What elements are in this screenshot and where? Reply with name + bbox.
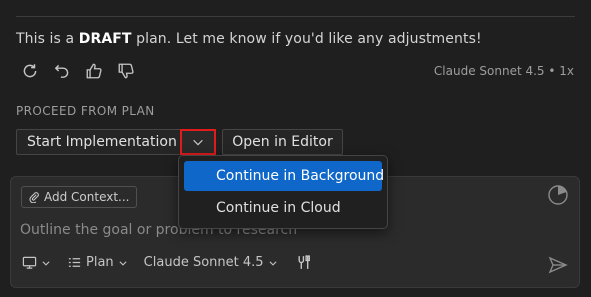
chat-toolbar: Plan Claude Sonnet 4.5 <box>22 254 313 271</box>
menu-item-continue-background[interactable]: Continue in Background <box>184 161 384 191</box>
tools-button[interactable] <box>296 254 313 271</box>
chevron-down-icon <box>42 260 50 266</box>
send-icon[interactable] <box>548 256 568 274</box>
start-implementation-button[interactable]: Start Implementation <box>16 129 182 155</box>
message-bold: DRAFT <box>78 31 132 47</box>
chevron-down-icon <box>193 139 203 146</box>
message-prefix: This is a <box>16 31 79 47</box>
proceed-dropdown-button[interactable] <box>180 129 216 155</box>
tools-icon <box>298 255 310 269</box>
divider <box>16 16 575 17</box>
add-context-button[interactable]: Add Context... <box>21 186 137 208</box>
thumbs-up-icon[interactable] <box>83 60 105 82</box>
target-picker[interactable] <box>22 255 51 270</box>
chevron-down-icon <box>269 260 277 266</box>
mode-label: Plan <box>86 255 114 270</box>
open-in-editor-button[interactable]: Open in Editor <box>222 129 343 155</box>
timer-icon[interactable] <box>547 184 569 206</box>
chevron-down-icon <box>119 260 127 266</box>
assistant-message: This is a DRAFT plan. Let me know if you… <box>16 31 482 47</box>
section-label: PROCEED FROM PLAN <box>16 104 155 118</box>
message-suffix: plan. Let me know if you'd like any adju… <box>131 31 482 47</box>
add-context-label: Add Context... <box>44 190 130 204</box>
message-actions <box>19 60 137 82</box>
menu-item-continue-cloud[interactable]: Continue in Cloud <box>184 193 382 223</box>
model-picker[interactable]: Claude Sonnet 4.5 <box>144 255 278 270</box>
paperclip-icon <box>29 192 39 203</box>
list-icon <box>68 258 81 267</box>
model-info: Claude Sonnet 4.5 • 1x <box>433 64 574 78</box>
mode-picker[interactable]: Plan <box>67 255 128 270</box>
retry-icon[interactable] <box>19 60 41 82</box>
model-label: Claude Sonnet 4.5 <box>143 255 264 270</box>
monitor-icon <box>22 256 37 269</box>
undo-icon[interactable] <box>51 60 73 82</box>
thumbs-down-icon[interactable] <box>115 60 137 82</box>
proceed-dropdown-menu: Continue in Background Continue in Cloud <box>178 155 388 229</box>
